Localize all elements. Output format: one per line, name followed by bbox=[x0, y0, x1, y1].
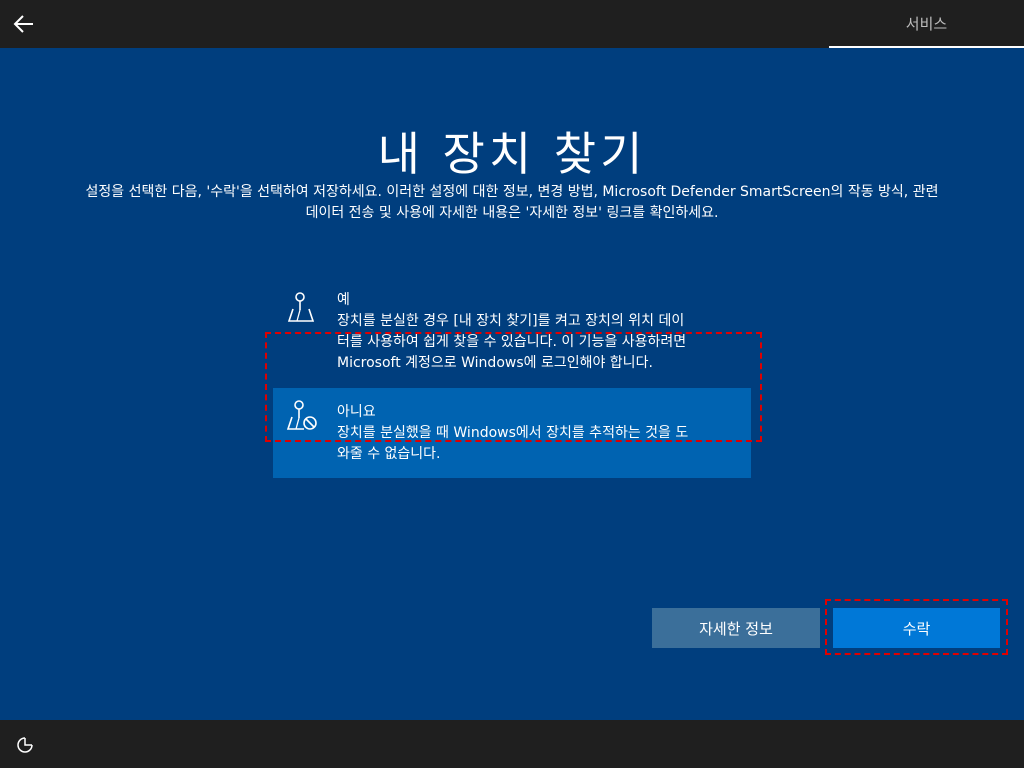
option-no-title: 아니요 bbox=[337, 404, 376, 420]
ease-of-access-icon bbox=[17, 737, 33, 753]
option-yes-desc-line: 장치를 분실한 경우 [내 장치 찾기]를 켜고 장치의 위치 데이 bbox=[337, 313, 685, 329]
option-no[interactable]: 아니요 장치를 분실했을 때 Windows에서 장치를 추적하는 것을 도 와… bbox=[273, 388, 751, 478]
location-map-icon bbox=[287, 292, 315, 322]
ease-of-access-button[interactable] bbox=[12, 732, 38, 758]
option-yes[interactable]: 예 장치를 분실한 경우 [내 장치 찾기]를 켜고 장치의 위치 데이 터를 … bbox=[273, 290, 751, 376]
bottom-bar bbox=[0, 720, 1024, 768]
back-button[interactable] bbox=[6, 6, 42, 42]
option-yes-desc-line: 터를 사용하여 쉽게 찾을 수 있습니다. 이 기능을 사용하려면 bbox=[337, 334, 687, 350]
section-tab-services: 서비스 bbox=[829, 0, 1024, 48]
page-title: 내 장치 찾기 bbox=[377, 127, 647, 181]
option-no-desc-line: 와줄 수 없습니다. bbox=[337, 446, 441, 462]
back-arrow-icon bbox=[13, 15, 33, 33]
description-line-2: 데이터 전송 및 사용에 자세한 내용은 '자세한 정보' 링크를 확인하세요. bbox=[305, 205, 719, 221]
option-no-desc-line: 장치를 분실했을 때 Windows에서 장치를 추적하는 것을 도 bbox=[337, 425, 689, 441]
learn-more-button[interactable]: 자세한 정보 bbox=[652, 608, 820, 648]
option-yes-text: 예 장치를 분실한 경우 [내 장치 찾기]를 켜고 장치의 위치 데이 터를 … bbox=[337, 290, 737, 374]
option-yes-desc-line: Microsoft 계정으로 Windows에 로그인해야 합니다. bbox=[337, 355, 653, 371]
accept-button[interactable]: 수락 bbox=[833, 608, 1000, 648]
option-no-text: 아니요 장치를 분실했을 때 Windows에서 장치를 추적하는 것을 도 와… bbox=[337, 402, 737, 465]
page-description: 설정을 선택한 다음, '수락'을 선택하여 저장하세요. 이러한 설정에 대한… bbox=[40, 182, 984, 224]
oobe-screen: 서비스 내 장치 찾기 설정을 선택한 다음, '수락'을 선택하여 저장하세요… bbox=[0, 0, 1024, 768]
location-blocked-icon bbox=[286, 400, 317, 430]
top-bar: 서비스 bbox=[0, 0, 1024, 48]
section-tab-label: 서비스 bbox=[905, 14, 948, 33]
option-yes-title: 예 bbox=[337, 292, 350, 308]
description-line-1: 설정을 선택한 다음, '수락'을 선택하여 저장하세요. 이러한 설정에 대한… bbox=[85, 184, 939, 200]
